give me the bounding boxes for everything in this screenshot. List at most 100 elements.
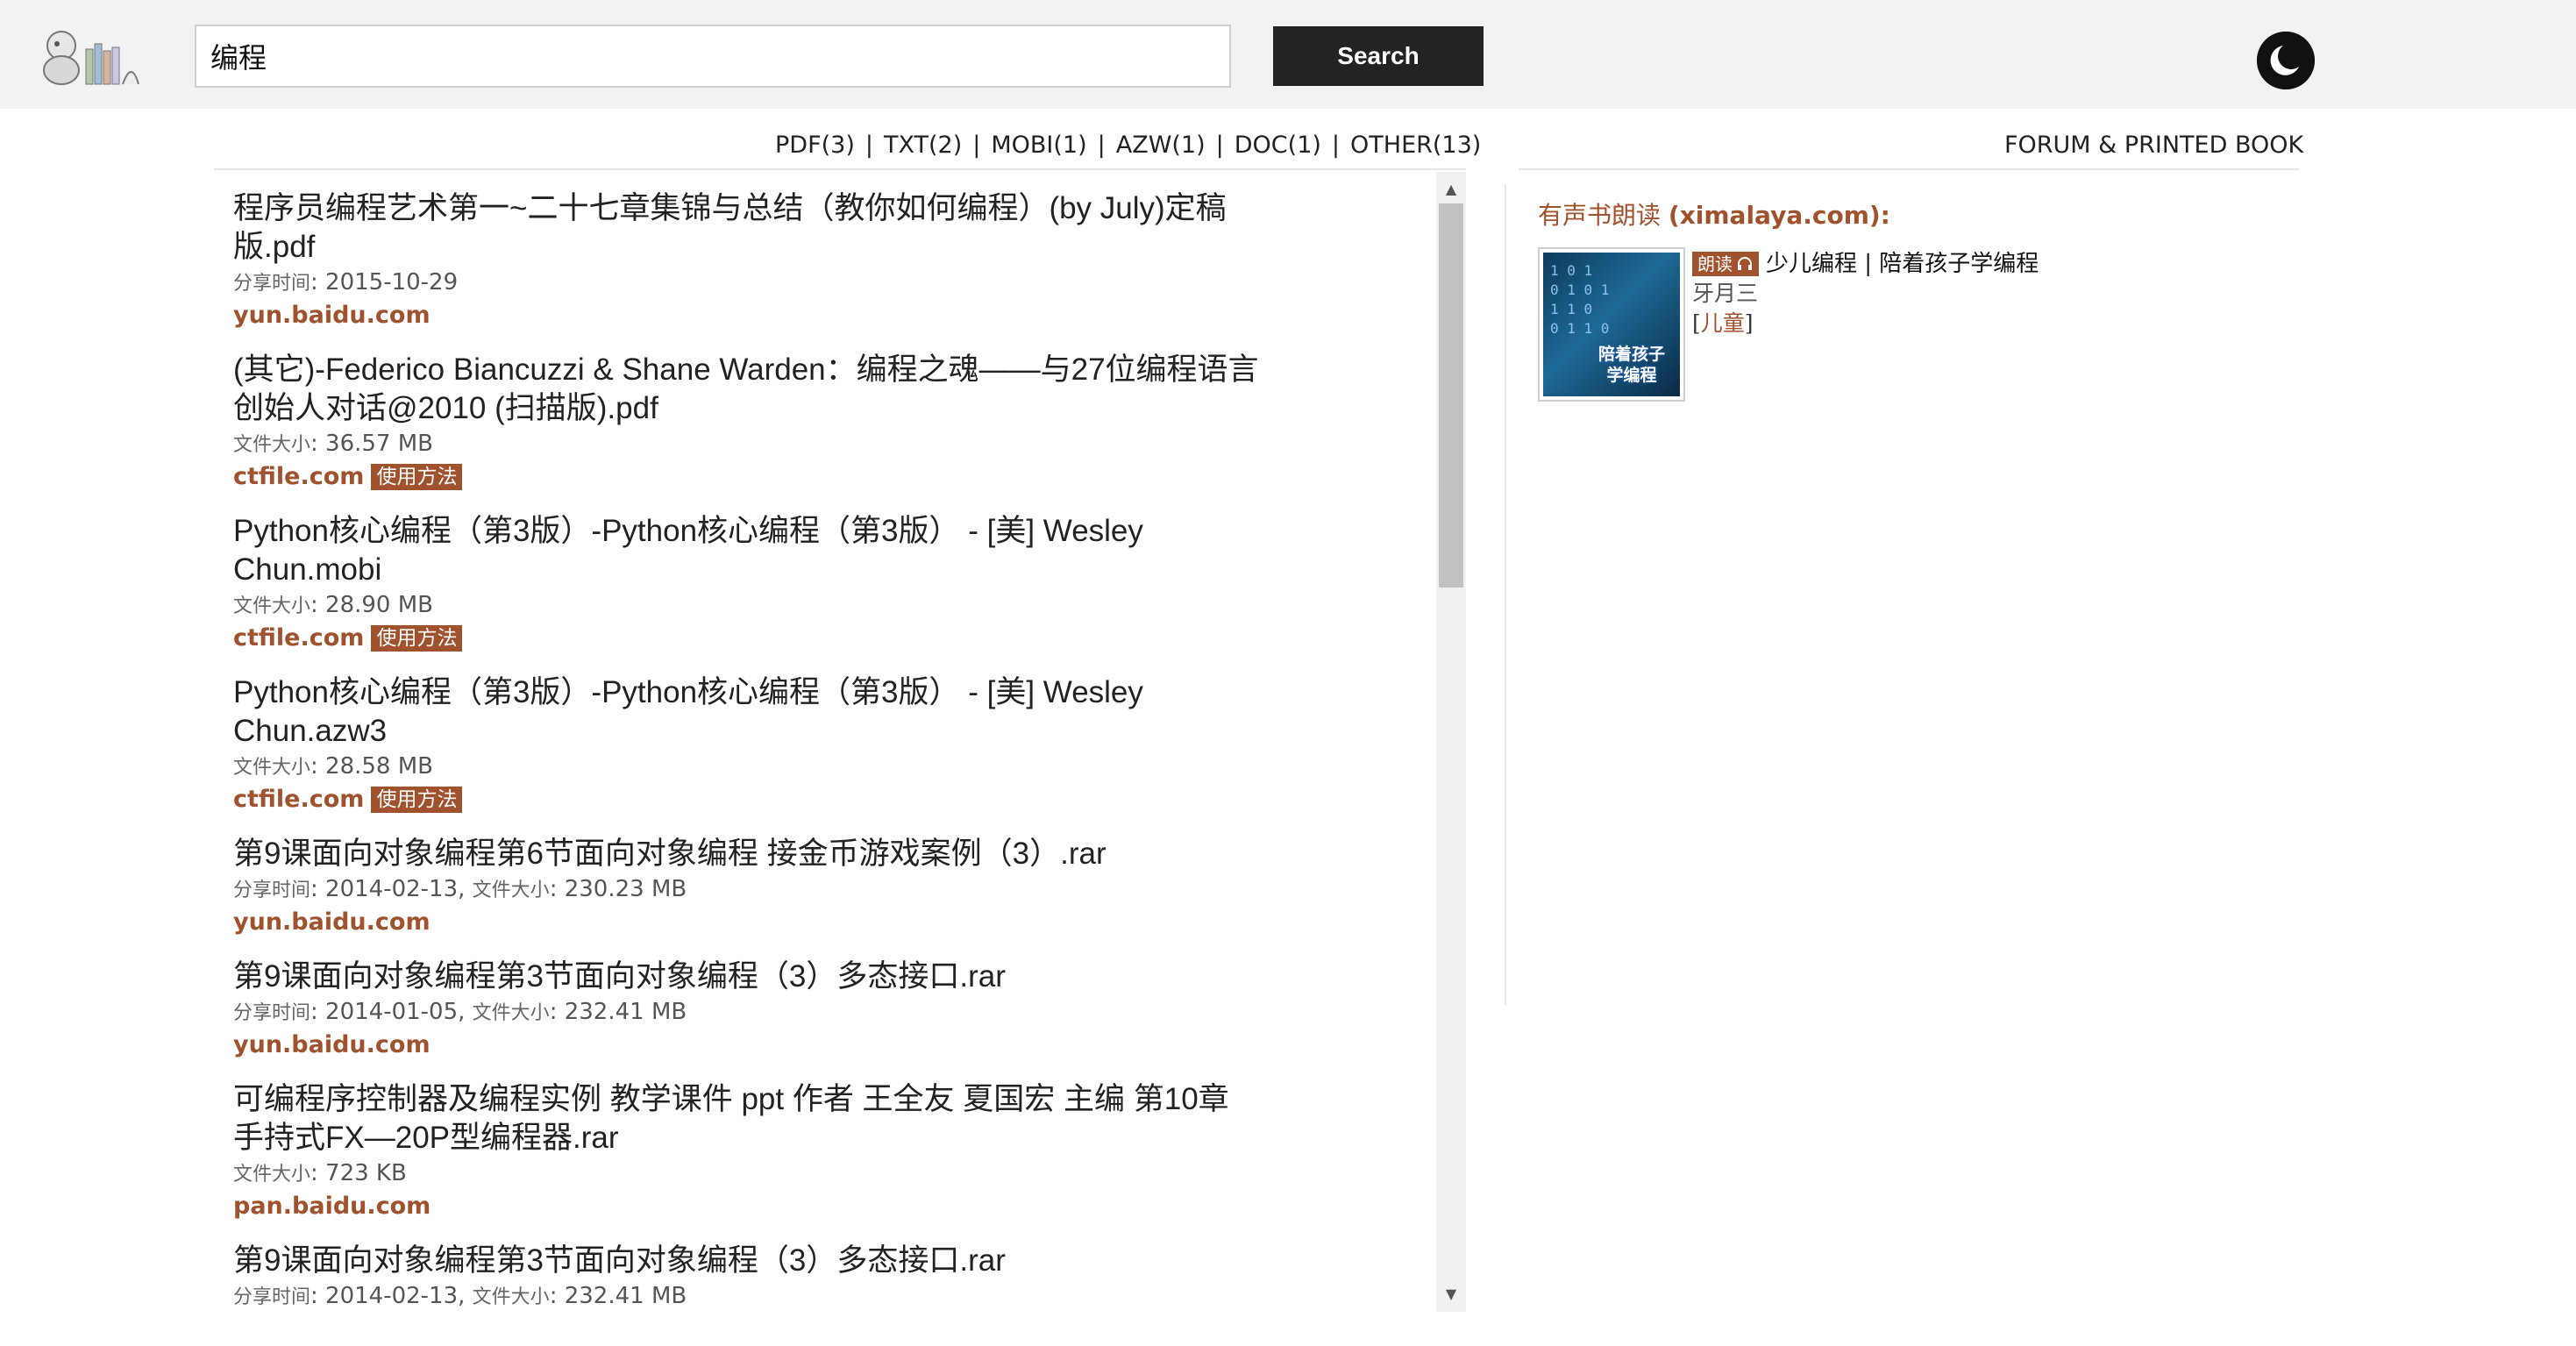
result-source: pan.baidu.com	[233, 1191, 1268, 1222]
meta-key: 分享时间	[233, 273, 311, 295]
meta-value: : 232.41 MB	[549, 999, 687, 1025]
meta-key: 分享时间	[233, 1286, 311, 1308]
result-source: ctfile.com 使用方法	[233, 461, 1268, 493]
meta-value: : 2014-02-13,	[310, 876, 466, 902]
list-item: 第9课面向对象编程第3节面向对象编程（3）多态接口.rar 分享时间: 2014…	[233, 958, 1268, 1061]
result-source: yun.baidu.com	[233, 1029, 1268, 1061]
scroll-thumb[interactable]	[1439, 203, 1463, 588]
list-item: 第9课面向对象编程第6节面向对象编程 接金币游戏案例（3）.rar 分享时间: …	[233, 835, 1268, 938]
meta-key: 文件大小	[233, 595, 311, 617]
list-item: 第9课面向对象编程第3节面向对象编程（3）多态接口.rar 分享时间: 2014…	[233, 1242, 1268, 1312]
search-button[interactable]: Search	[1273, 26, 1484, 86]
audio-heading: 有声书朗读 (ximalaya.com):	[1538, 196, 1890, 231]
book-title-row: 朗读 少儿编程 | 陪着孩子学编程	[1692, 249, 2271, 279]
divider	[1519, 168, 2299, 170]
listen-badge-label: 朗读	[1697, 253, 1733, 274]
source-link[interactable]: ctfile.com	[233, 461, 364, 493]
usage-badge[interactable]: 使用方法	[371, 625, 463, 652]
filter-azw[interactable]: AZW(1)	[1116, 132, 1206, 159]
list-item: Python核心编程（第3版）-Python核心编程（第3版） - [美] We…	[233, 512, 1268, 654]
result-source: yun.baidu.com	[233, 907, 1268, 938]
results-scrollbar[interactable]: ▲ ▼	[1436, 172, 1466, 1312]
usage-badge[interactable]: 使用方法	[371, 464, 463, 490]
filter-separator: |	[1215, 132, 1224, 159]
format-filters: PDF(3) | TXT(2) | MOBI(1) | AZW(1) | DOC(1) | OTHE…	[775, 132, 1481, 167]
usage-badge[interactable]: 使用方法	[371, 787, 463, 813]
book-cover[interactable]: 1 0 10 1 0 11 1 00 1 1 0 陪着孩子学编程	[1538, 247, 1685, 402]
book-tag: [儿童]	[1692, 309, 2271, 338]
search-input[interactable]	[195, 25, 1231, 88]
filter-separator: |	[1331, 132, 1341, 159]
cover-title: 陪着孩子学编程	[1598, 345, 1665, 385]
meta-key: 文件大小	[472, 1286, 550, 1308]
triangle-up-icon[interactable]: ▲	[1436, 179, 1466, 200]
list-item: (其它)-Federico Biancuzzi & Shane Warden：编…	[233, 351, 1268, 493]
result-meta: 文件大小: 28.90 MB	[233, 589, 1268, 623]
filter-other[interactable]: OTHER(13)	[1350, 132, 1481, 159]
source-link[interactable]: ctfile.com	[233, 623, 364, 654]
cover-digits: 1 0 10 1 0 11 1 00 1 1 0	[1550, 262, 1610, 337]
filter-pdf[interactable]: PDF(3)	[775, 132, 855, 159]
source-link[interactable]: yun.baidu.com	[233, 907, 431, 938]
filter-separator: |	[972, 132, 981, 159]
result-title[interactable]: Python核心编程（第3版）-Python核心编程（第3版） - [美] We…	[233, 512, 1268, 589]
result-meta: 文件大小: 723 KB	[233, 1157, 1268, 1191]
meta-key: 文件大小	[233, 757, 311, 779]
result-title[interactable]: 第9课面向对象编程第3节面向对象编程（3）多态接口.rar	[233, 1242, 1268, 1280]
result-list: 程序员编程艺术第一~二十七章集锦与总结（教你如何编程）(by July)定稿版.…	[233, 189, 1268, 1312]
filter-mobi[interactable]: MOBI(1)	[991, 132, 1086, 159]
result-meta: 分享时间: 2014-02-13, 文件大小: 232.41 MB	[233, 1280, 1268, 1312]
result-meta: 文件大小: 36.57 MB	[233, 428, 1268, 461]
result-source: yun.baidu.com	[233, 300, 1268, 331]
book-info: 朗读 少儿编程 | 陪着孩子学编程 牙月三 [儿童]	[1692, 249, 2271, 338]
filter-doc[interactable]: DOC(1)	[1235, 132, 1321, 159]
result-title[interactable]: 可编程序控制器及编程实例 教学课件 ppt 作者 王全友 夏国宏 主编 第10章…	[233, 1080, 1268, 1157]
result-title[interactable]: (其它)-Federico Biancuzzi & Shane Warden：编…	[233, 351, 1268, 428]
header-bar: Search	[0, 0, 2576, 109]
result-title[interactable]: 程序员编程艺术第一~二十七章集锦与总结（教你如何编程）(by July)定稿版.…	[233, 189, 1268, 267]
source-link[interactable]: ctfile.com	[233, 784, 364, 815]
result-title[interactable]: 第9课面向对象编程第3节面向对象编程（3）多态接口.rar	[233, 958, 1268, 996]
meta-value: : 2015-10-29	[310, 269, 459, 296]
result-title[interactable]: 第9课面向对象编程第6节面向对象编程 接金币游戏案例（3）.rar	[233, 835, 1268, 873]
filter-txt[interactable]: TXT(2)	[884, 132, 962, 159]
meta-key: 文件大小	[472, 1002, 550, 1024]
books-logo-icon[interactable]	[35, 25, 144, 88]
meta-value: : 232.41 MB	[549, 1283, 687, 1309]
headphones-icon	[1738, 257, 1752, 270]
book-cover-image: 1 0 10 1 0 11 1 00 1 1 0 陪着孩子学编程	[1543, 253, 1680, 396]
listen-badge[interactable]: 朗读	[1692, 252, 1759, 276]
tag-bracket: [	[1692, 310, 1701, 336]
meta-value: : 2014-02-13,	[310, 1283, 466, 1309]
list-item: 程序员编程艺术第一~二十七章集锦与总结（教你如何编程）(by July)定稿版.…	[233, 189, 1268, 331]
meta-key: 文件大小	[472, 880, 550, 901]
source-link[interactable]: yun.baidu.com	[233, 1029, 431, 1061]
tag-bracket: ]	[1744, 310, 1754, 336]
triangle-down-icon[interactable]: ▼	[1436, 1284, 1466, 1305]
book-title[interactable]: 少儿编程 | 陪着孩子学编程	[1766, 249, 2039, 279]
source-link[interactable]: pan.baidu.com	[233, 1191, 431, 1222]
moon-icon[interactable]	[2257, 32, 2315, 89]
list-item: 可编程序控制器及编程实例 教学课件 ppt 作者 王全友 夏国宏 主编 第10章…	[233, 1080, 1268, 1222]
result-source: ctfile.com 使用方法	[233, 784, 1268, 815]
list-item: Python核心编程（第3版）-Python核心编程（第3版） - [美] We…	[233, 673, 1268, 815]
result-title[interactable]: Python核心编程（第3版）-Python核心编程（第3版） - [美] We…	[233, 673, 1268, 751]
meta-value: : 36.57 MB	[310, 431, 434, 457]
tag-link[interactable]: 儿童	[1701, 310, 1745, 336]
source-link[interactable]: yun.baidu.com	[233, 300, 431, 331]
divider	[1505, 184, 1506, 1005]
meta-key: 文件大小	[233, 1164, 311, 1186]
meta-key: 分享时间	[233, 1002, 311, 1024]
meta-value: : 2014-01-05,	[310, 999, 466, 1025]
meta-key: 分享时间	[233, 880, 311, 901]
meta-key: 文件大小	[233, 434, 311, 456]
result-source: ctfile.com 使用方法	[233, 623, 1268, 654]
result-meta: 分享时间: 2014-01-05, 文件大小: 232.41 MB	[233, 996, 1268, 1029]
results-panel: 程序员编程艺术第一~二十七章集锦与总结（教你如何编程）(by July)定稿版.…	[214, 172, 1466, 1312]
meta-value: : 28.90 MB	[310, 592, 434, 618]
audio-heading-label: 有声书朗读	[1538, 201, 1662, 230]
audio-heading-site: (ximalaya.com):	[1668, 201, 1890, 230]
meta-value: : 28.58 MB	[310, 753, 434, 780]
forum-link[interactable]: FORUM & PRINTED BOOK	[2004, 132, 2303, 159]
result-meta: 文件大小: 28.58 MB	[233, 751, 1268, 784]
